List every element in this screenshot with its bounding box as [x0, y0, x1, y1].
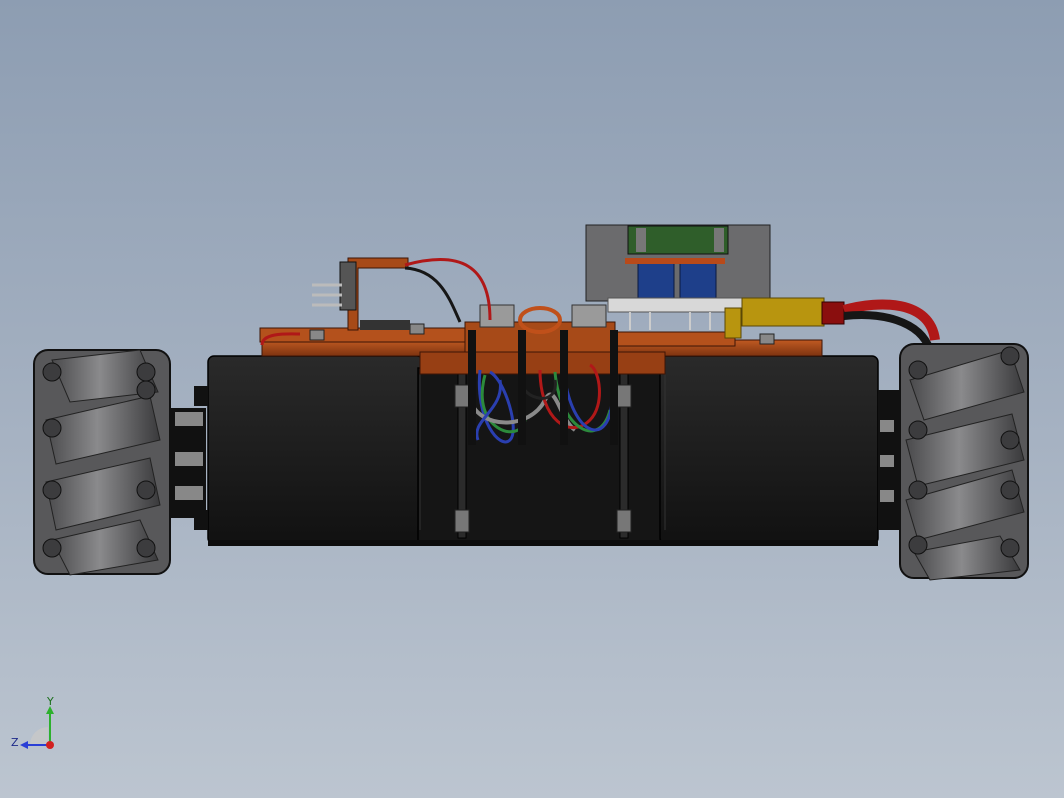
bolt [136, 380, 156, 400]
bolt [136, 538, 156, 558]
mecanum-wheel-right[interactable] [878, 343, 1029, 581]
x-axis-origin [46, 741, 54, 749]
bolt [42, 418, 62, 438]
bolt [136, 362, 156, 382]
bolt [908, 480, 928, 500]
motor-assembly[interactable] [207, 355, 879, 546]
bolt [42, 480, 62, 500]
screw-head [409, 323, 425, 335]
orientation-triad[interactable]: Y Z [11, 695, 54, 749]
bolt [1000, 346, 1020, 366]
robot-model-render[interactable]: Y Z [0, 0, 1064, 798]
screw-head [759, 333, 775, 345]
bolt [908, 420, 928, 440]
z-axis-label: Z [11, 736, 19, 749]
motor-right [659, 355, 879, 545]
bolt [908, 535, 928, 555]
bolt [908, 360, 928, 380]
cad-3d-viewport[interactable]: Y Z [0, 0, 1064, 798]
bolt [42, 538, 62, 558]
mecanum-wheel-left[interactable] [33, 349, 208, 576]
screw-head [309, 329, 325, 341]
bolt [42, 362, 62, 382]
bolt [1000, 538, 1020, 558]
motor-left [207, 355, 424, 545]
bolt [1000, 430, 1020, 450]
y-axis-label: Y [46, 695, 54, 708]
bolt [136, 480, 156, 500]
bolt [1000, 480, 1020, 500]
pin-header-bracket[interactable] [312, 257, 410, 331]
